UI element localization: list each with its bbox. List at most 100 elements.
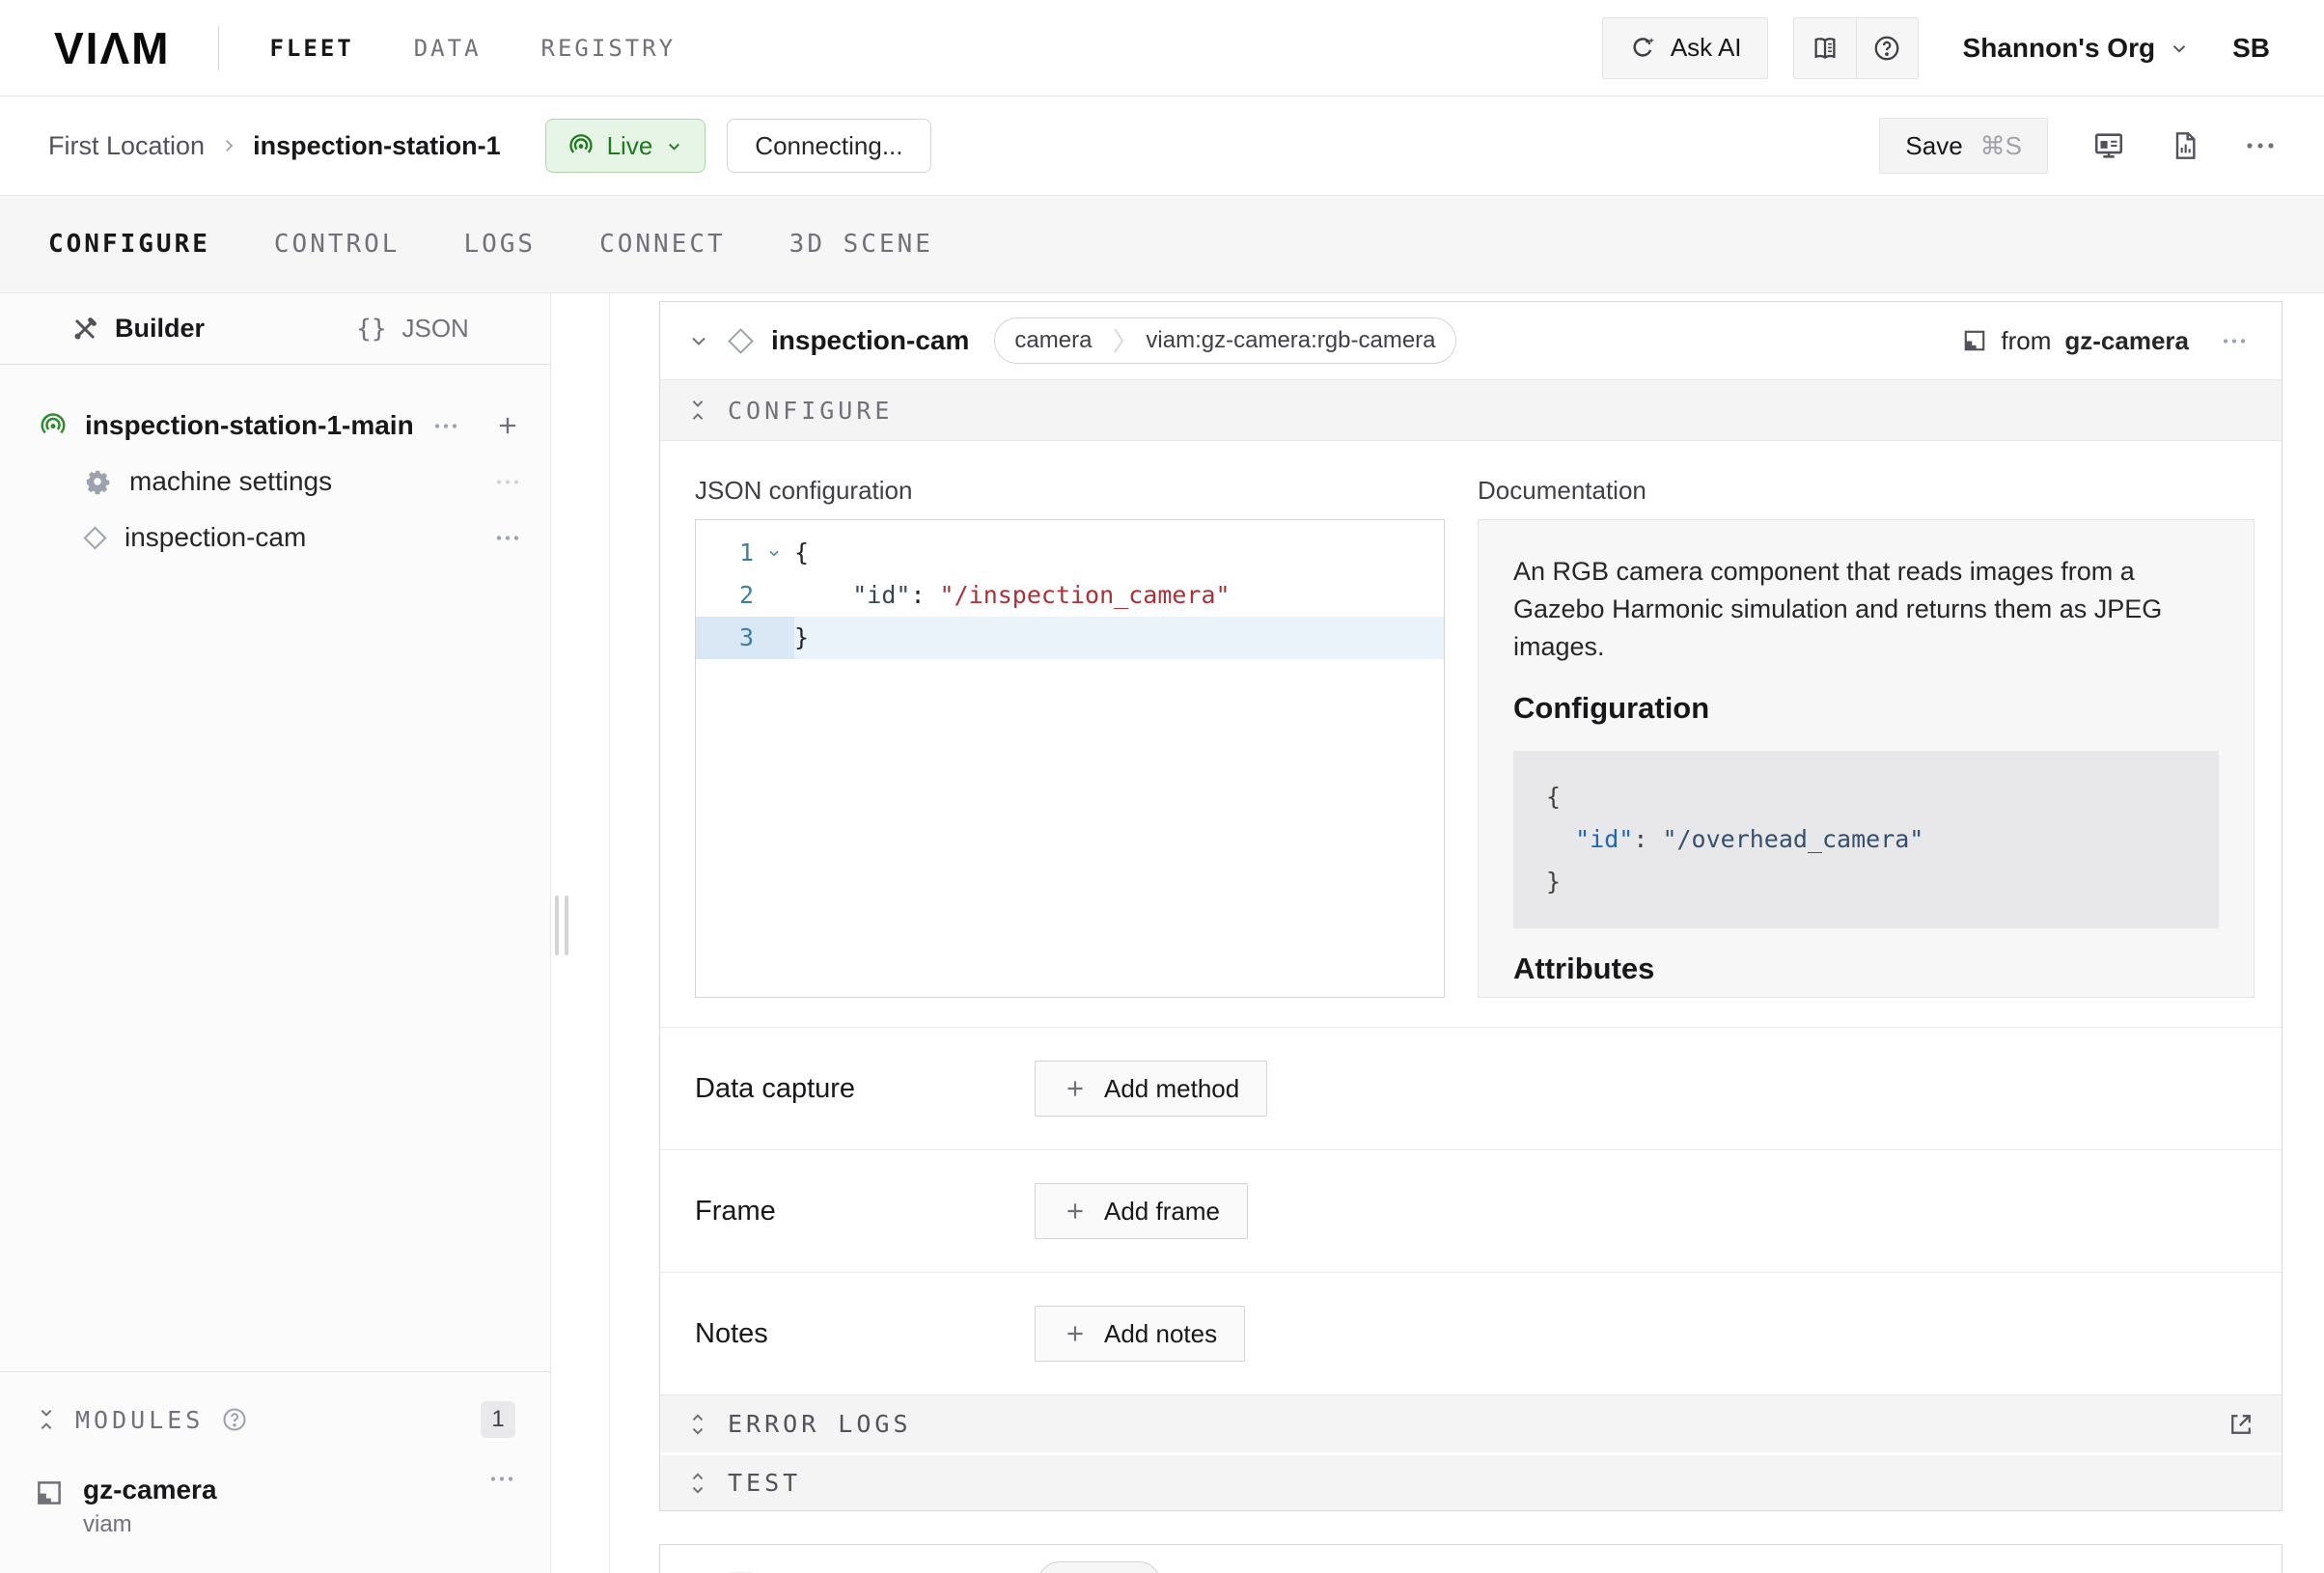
tree-part-row[interactable]: inspection-station-1-main	[39, 398, 521, 454]
chevron-down-icon[interactable]	[687, 329, 710, 352]
machine-bar: First Location inspection-station-1 Live…	[0, 97, 2324, 195]
primary-nav: FLEET DATA REGISTRY	[269, 35, 676, 62]
top-nav: VIΛM FLEET DATA REGISTRY Ask AI	[0, 0, 2324, 97]
org-name: Shannon's Org	[1963, 33, 2156, 64]
plus-icon	[1063, 1076, 1088, 1101]
code-text: }	[794, 617, 809, 659]
user-avatar[interactable]: SB	[2232, 33, 2270, 64]
modules-title: MODULES	[75, 1406, 204, 1434]
chevron-down-icon	[2169, 38, 2190, 59]
modules-section: MODULES 1 gz-camera viam	[0, 1371, 550, 1573]
sidebar-gutter	[551, 293, 610, 1573]
part-name: inspection-station-1-main	[85, 410, 414, 441]
ask-ai-button[interactable]: Ask AI	[1602, 17, 1768, 79]
code-text: {	[794, 532, 809, 574]
part-menu-icon[interactable]	[432, 422, 459, 430]
card-menu-icon[interactable]	[2220, 337, 2249, 345]
live-label: Live	[607, 131, 653, 161]
component-title: inspection-cam	[771, 325, 969, 356]
more-actions-icon[interactable]	[2245, 141, 2276, 151]
tree-item-inspection-cam[interactable]: inspection-cam	[39, 510, 521, 566]
nav-item-data[interactable]: DATA	[414, 35, 482, 62]
component-diamond-icon	[728, 328, 754, 354]
registry-label: Registry	[1238, 1569, 1330, 1573]
help-icon-group	[1793, 17, 1919, 79]
add-method-label: Add method	[1104, 1074, 1239, 1104]
frame-section: Frame Add frame	[660, 1149, 2282, 1272]
sparkle-refresh-icon	[1628, 34, 1657, 63]
open-logs-icon[interactable]	[2227, 1411, 2255, 1438]
module-icon	[1962, 328, 1987, 353]
configure-section-bar[interactable]: CONFIGURE	[660, 379, 2282, 441]
report-doc-icon[interactable]	[2170, 130, 2200, 161]
plus-icon	[1063, 1199, 1088, 1224]
inspection-cam-label: inspection-cam	[124, 522, 306, 553]
module-card-gz-camera: gz-camera by viam module Registry	[659, 1544, 2282, 1573]
json-config-label: JSON configuration	[695, 476, 1445, 506]
add-notes-label: Add notes	[1104, 1319, 1217, 1349]
nav-item-registry[interactable]: REGISTRY	[541, 35, 677, 62]
tab-configure[interactable]: CONFIGURE	[48, 230, 210, 259]
add-frame-button[interactable]: Add frame	[1035, 1183, 1248, 1239]
tab-3d-scene[interactable]: 3D SCENE	[789, 230, 933, 259]
machine-bar-actions: Save ⌘S	[1879, 118, 2276, 174]
live-status-badge[interactable]: Live	[545, 119, 706, 173]
builder-label: Builder	[115, 314, 205, 344]
configure-bar-label: CONFIGURE	[728, 397, 893, 425]
collapse-icon	[687, 398, 708, 423]
help-circle-icon[interactable]	[221, 1406, 248, 1433]
save-button[interactable]: Save ⌘S	[1879, 118, 2048, 174]
chevron-right-icon	[220, 137, 237, 154]
tab-connect[interactable]: CONNECT	[599, 230, 726, 259]
breadcrumb-location[interactable]: First Location	[48, 131, 205, 161]
add-component-icon[interactable]	[494, 412, 521, 439]
from-label: from	[2001, 326, 2051, 356]
code-text: "id": "/inspection_camera"	[794, 574, 1231, 617]
machine-page-icon[interactable]	[2092, 129, 2125, 162]
help-circle-icon[interactable]	[1856, 18, 1918, 78]
expand-icon	[687, 1471, 708, 1496]
org-switcher[interactable]: Shannon's Org	[1963, 33, 2191, 64]
top-nav-right: Ask AI	[1602, 17, 2270, 79]
builder-mode-button[interactable]: Builder	[0, 293, 275, 364]
nav-item-fleet[interactable]: FLEET	[269, 35, 353, 62]
nav-divider	[218, 26, 219, 70]
documentation-label: Documentation	[1478, 476, 2255, 506]
json-mode-button[interactable]: {} JSON	[275, 293, 550, 364]
module-menu-icon[interactable]	[488, 1475, 515, 1483]
item-menu-icon[interactable]	[494, 478, 521, 486]
doc-configuration-heading: Configuration	[1513, 691, 2219, 726]
tab-control[interactable]: CONTROL	[274, 230, 401, 259]
machine-settings-label: machine settings	[129, 466, 332, 497]
test-bar[interactable]: TEST	[660, 1452, 2282, 1510]
data-capture-section: Data capture Add method	[660, 1027, 2282, 1149]
tree-item-machine-settings[interactable]: machine settings	[39, 454, 521, 510]
item-menu-icon[interactable]	[494, 534, 521, 542]
connecting-status[interactable]: Connecting...	[727, 119, 930, 173]
tab-logs[interactable]: LOGS	[463, 230, 536, 259]
error-logs-bar[interactable]: ERROR LOGS	[660, 1394, 2282, 1452]
json-label: JSON	[401, 314, 468, 344]
component-card-inspection-cam: inspection-cam camera viam:gz-camera:rgb…	[659, 301, 2282, 1511]
doc-attributes-heading: Attributes	[1513, 952, 2219, 986]
fold-chevron-icon[interactable]	[754, 532, 794, 574]
sidebar-resize-handle[interactable]	[555, 896, 568, 955]
module-list-item[interactable]: gz-camera viam	[35, 1475, 515, 1538]
from-module: from gz-camera	[1962, 326, 2189, 356]
notes-label: Notes	[695, 1318, 1035, 1350]
docs-book-icon[interactable]	[1794, 18, 1856, 78]
module-card-by: by viam	[913, 1568, 1013, 1573]
module-card-name: gz-camera	[772, 1568, 906, 1573]
registry-link[interactable]: Registry	[1202, 1569, 1330, 1573]
component-diamond-icon	[83, 526, 106, 549]
breadcrumb: First Location inspection-station-1	[48, 131, 501, 161]
modules-header[interactable]: MODULES 1	[35, 1401, 515, 1438]
connecting-label: Connecting...	[755, 131, 902, 161]
add-notes-button[interactable]: Add notes	[1035, 1306, 1245, 1362]
collapse-icon	[35, 1407, 58, 1432]
add-method-button[interactable]: Add method	[1035, 1061, 1267, 1117]
editor-line: 2 "id": "/inspection_camera"	[696, 574, 1444, 617]
viam-logo[interactable]: VIΛM	[54, 22, 170, 74]
json-config-editor[interactable]: 1 { 2 "id": "/inspection_camera"	[695, 519, 1445, 998]
plus-icon	[1063, 1321, 1088, 1346]
